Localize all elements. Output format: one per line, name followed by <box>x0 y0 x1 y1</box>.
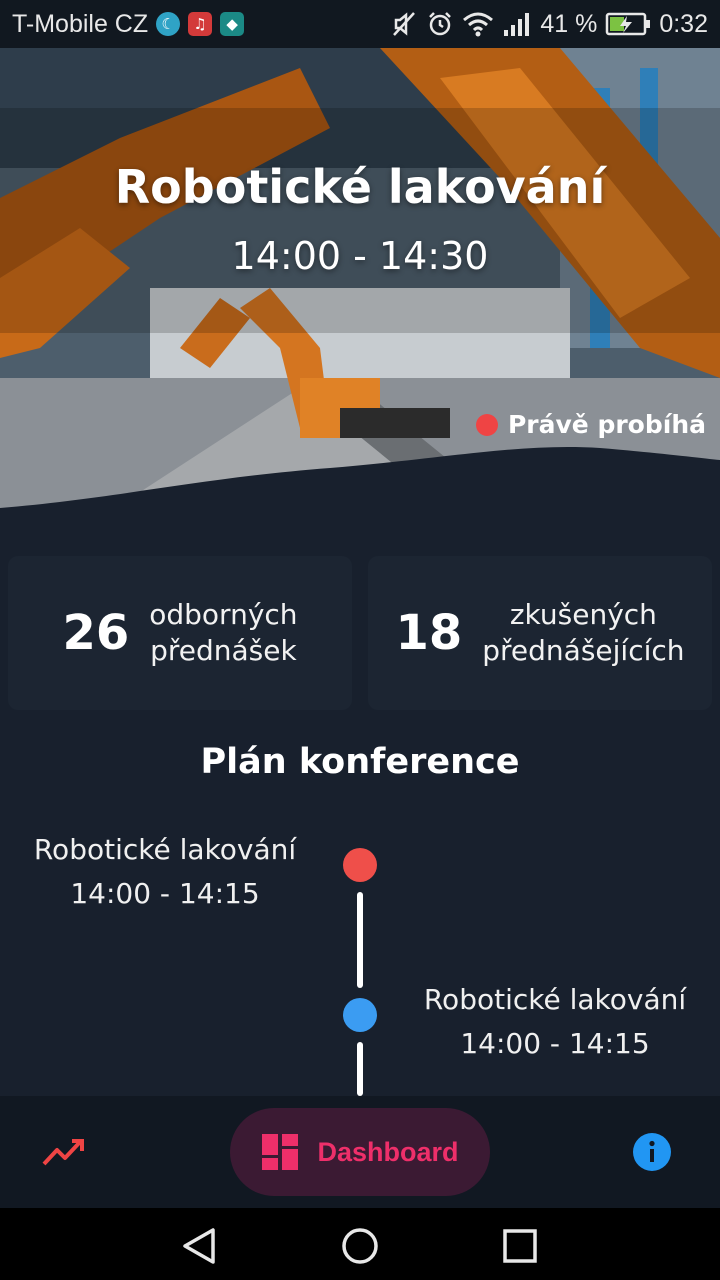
timeline-item-time: 14:00 - 14:15 <box>460 1027 650 1060</box>
stat-label-line: přednášek <box>150 634 297 667</box>
timeline-item[interactable]: Robotické lakování 14:00 - 14:15 <box>10 828 320 916</box>
stat-card-lectures: 26 odborných přednášek <box>8 556 352 710</box>
info-icon[interactable] <box>632 1132 672 1172</box>
plan-title: Plán konference <box>200 742 520 782</box>
alarm-icon <box>429 12 452 36</box>
hero-image <box>0 48 720 518</box>
live-label: Právě probíhá <box>507 410 706 439</box>
home-icon[interactable] <box>340 1226 380 1266</box>
dashboard-tab[interactable]: Dashboard <box>230 1108 490 1196</box>
timeline-item-time: 14:00 - 14:15 <box>70 877 260 910</box>
battery-percent: 41 % <box>540 9 598 38</box>
current-session-title: Robotické lakování <box>114 160 606 214</box>
timeline-line <box>357 1042 363 1096</box>
clock: 0:32 <box>659 9 708 38</box>
moon-app-icon: ☾ <box>156 12 181 36</box>
stat-number: 26 <box>62 605 130 661</box>
trending-up-icon[interactable] <box>40 1134 86 1170</box>
stat-number: 18 <box>395 605 463 661</box>
carrier-name: T-Mobile CZ <box>12 9 149 38</box>
stat-card-speakers: 18 zkušených přednášejících <box>368 556 712 710</box>
stat-label-line: odborných <box>149 598 298 631</box>
live-indicator: Právě probíhá <box>475 410 706 439</box>
recents-icon[interactable] <box>500 1226 540 1266</box>
system-navigation-bar <box>0 1208 720 1280</box>
mute-icon <box>393 12 416 36</box>
timeline-line <box>357 892 363 988</box>
timeline-dot <box>343 848 377 882</box>
stat-label: odborných přednášek <box>149 597 297 669</box>
stat-label-line: zkušených <box>509 598 657 631</box>
music-app-icon: ♫ <box>188 12 213 36</box>
android-app-icon: ◆ <box>220 12 245 36</box>
dashboard-label: Dashboard <box>317 1136 459 1167</box>
battery-charging-icon <box>606 12 651 36</box>
timeline-dot <box>343 998 377 1032</box>
status-bar: T-Mobile CZ ☾ ♫ ◆ 41 % 0:32 <box>0 0 720 48</box>
timeline-item-title: Robotické lakování <box>33 833 297 866</box>
back-icon[interactable] <box>180 1226 220 1266</box>
current-session-time: 14:00 - 14:30 <box>231 234 489 278</box>
live-dot-icon <box>475 413 498 436</box>
stat-label-line: přednášejících <box>482 634 685 667</box>
signal-icon <box>504 13 530 36</box>
wifi-icon <box>463 12 494 37</box>
dashboard-icon <box>262 1134 299 1170</box>
timeline-item-title: Robotické lakování <box>423 983 687 1016</box>
timeline-item[interactable]: Robotické lakování 14:00 - 14:15 <box>400 978 710 1066</box>
stat-label: zkušených přednášejících <box>482 597 684 669</box>
hero-banner: Robotické lakování 14:00 - 14:30 Právě p… <box>0 48 720 518</box>
bottom-navigation: Dashboard <box>0 1096 720 1208</box>
